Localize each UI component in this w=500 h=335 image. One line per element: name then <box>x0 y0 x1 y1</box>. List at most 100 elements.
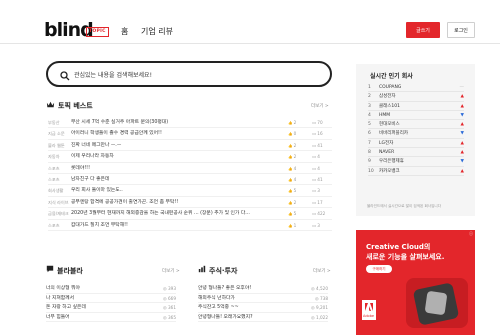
rank-company[interactable]: 비바리퍼블리카 <box>379 129 408 138</box>
topic-best-row[interactable]: 스포츠 남자친구 다 좋은데 👍 4 ▭ 41 <box>48 174 332 186</box>
ranking-item[interactable]: 10 카카오뱅크 ▲ <box>368 167 464 176</box>
ranking-item[interactable]: 3 클래스101 ▲ <box>368 102 464 111</box>
ranking-item[interactable]: 6 비바리퍼블리카 ▼ <box>368 129 464 139</box>
search-bar[interactable]: 관심있는 내용을 검색해보세요! <box>46 61 332 87</box>
row-title[interactable]: 부산 시세 7억 수준 실거주 아파트 문의(30평대) <box>71 117 319 128</box>
adobe-logo-text: Adobe <box>363 314 375 318</box>
topic-best-row[interactable]: 지식 라이브 공부엔탕 합격에 공공가견이 출연가곤. 조언 좀 부탁!! 👍 2 ▭… <box>48 197 332 209</box>
row-comments: ▭ 41 <box>312 174 332 185</box>
row-title[interactable]: 2020년 3월부터 현재까지 해외증감을 하는 국내펀공사 순위 ... (장… <box>71 208 319 219</box>
list-item[interactable]: 나 지쳐함께서 ◎ 669 <box>46 294 176 304</box>
blabla-title: 블라블라 <box>57 267 83 275</box>
list-item-title[interactable]: 안녕 형나들? 좋은 오후야! <box>198 284 251 294</box>
list-item[interactable]: 너의 이상형 뭐야 ◎ 393 <box>46 284 176 294</box>
row-likes: 👍 5 <box>288 208 308 220</box>
nav-company-review[interactable]: 기업 리뷰 <box>141 26 173 37</box>
ranking-item[interactable]: 5 현대모비스 ▲ <box>368 120 464 130</box>
ad-info-icon[interactable]: ⓘ <box>469 231 473 237</box>
row-topic[interactable]: 스포츠 <box>48 163 70 174</box>
view-count: 9,201 <box>316 305 328 310</box>
ranking-item[interactable]: 2 삼성전자 ▲ <box>368 92 464 102</box>
list-item[interactable]: 돈 자랑 하고 싶은데 ◎ 361 <box>46 303 176 313</box>
rank-company[interactable]: 카카오뱅크 <box>379 167 400 176</box>
ranking-item[interactable]: 1 COUPANG — <box>368 83 464 93</box>
chart-icon <box>198 265 206 273</box>
list-item[interactable]: 안녕형나들! 오래가요했지? ◎ 1,022 <box>198 313 328 323</box>
ranking-item[interactable]: 4 HMM ▼ <box>368 111 464 121</box>
nav-home[interactable]: 홈 <box>121 26 128 37</box>
rank-company[interactable]: 삼성전자 <box>379 92 396 101</box>
like-count: 2 <box>293 120 297 125</box>
list-item-title[interactable]: 돈 자랑 하고 싶은데 <box>46 303 86 313</box>
blabla-more-link[interactable]: 더보기 > <box>162 268 180 274</box>
row-topic[interactable]: 스포츠 <box>48 174 70 185</box>
rank-company[interactable]: HMM <box>379 111 390 120</box>
row-topic[interactable]: 부동산 <box>48 117 70 128</box>
rank-number: 10 <box>368 168 374 174</box>
stock-title: 주식·투자 <box>209 267 238 275</box>
like-count: 0 <box>293 131 297 137</box>
rank-number: 1 <box>368 85 371 90</box>
topic-best-row[interactable]: 부동산 부산 시세 7억 수준 실거주 아파트 문의(30평대) 👍 2 ▭ 70 <box>48 117 332 129</box>
list-item-title[interactable]: 너무 힘들어 <box>46 313 70 323</box>
row-topic[interactable]: 자동차 <box>48 151 70 162</box>
trend-arrow-icon: ▼ <box>460 159 464 165</box>
ranking-item[interactable]: 9 우리은행제휴 ▼ <box>368 157 464 167</box>
rank-company[interactable]: 우리은행제휴 <box>379 157 404 166</box>
ranking-item[interactable]: 8 NAVER ▲ <box>368 148 464 158</box>
list-item-title[interactable]: 나 지쳐함께서 <box>46 294 74 304</box>
row-title[interactable]: 우리 회사 둘이마 있는도.. <box>71 185 319 196</box>
row-comments: ▭ 16 <box>312 128 332 139</box>
topic-best-row[interactable]: 지금 소문 아이러니 학생들이 졸수 경력 공급안께 있어!! 👍 0 ▭ 16 <box>48 128 332 140</box>
topic-best-row[interactable]: 스포츠 롯데야!!! 👍 4 ▭ 4 <box>48 163 332 174</box>
list-item[interactable]: 주식잔고 5억중 ~~ ◎ 9,201 <box>198 303 328 313</box>
row-likes: 👍 2 <box>288 151 308 163</box>
row-topic[interactable]: 회사생활 <box>48 185 70 196</box>
list-item-title[interactable]: 주식잔고 5억중 ~~ <box>198 303 239 313</box>
list-item[interactable]: 안녕 형나들? 좋은 오후야! ◎ 4,520 <box>198 284 328 294</box>
rank-company[interactable]: LG전자 <box>379 139 393 148</box>
list-item-views: ◎ 669 <box>163 294 176 304</box>
list-item-title[interactable]: 해외주식 넌하다가 <box>198 294 235 304</box>
topic-best-row[interactable]: 스포츠 캄대가드 질치 조언 부탁해!! 👍 1 ▭ 3 <box>48 220 332 231</box>
rank-number: 7 <box>368 140 371 146</box>
list-item-views: ◎ 9,201 <box>311 303 328 313</box>
row-title[interactable]: 캄대가드 질치 조언 부탁해!! <box>71 220 319 231</box>
row-topic[interactable]: 스포츠 <box>48 220 70 231</box>
ranking-item[interactable]: 7 LG전자 ▲ <box>368 139 464 149</box>
stock-more-link[interactable]: 더보기 > <box>313 268 331 274</box>
topic-best-more-link[interactable]: 더보기 > <box>311 103 329 109</box>
row-title[interactable]: 이제 우리나라 자동차 <box>71 151 319 162</box>
rank-company[interactable]: 클래스101 <box>379 102 400 111</box>
list-item-title[interactable]: 너의 이상형 뭐야 <box>46 284 80 294</box>
topic-best-row[interactable]: 블라 웹툰 진짜 너네 메그만나 ㅡ.ㅡ 👍 2 ▭ 41 <box>48 140 332 152</box>
ad-buy-button[interactable]: 구매하기 <box>366 265 392 273</box>
row-topic[interactable]: 지식 라이브 <box>48 197 70 208</box>
row-title[interactable]: 아이러니 학생들이 졸수 경력 공급안께 있어!! <box>71 128 319 139</box>
write-button[interactable]: 글쓰기 <box>406 22 440 38</box>
row-title[interactable]: 남자친구 다 좋은데 <box>71 174 319 185</box>
view-count: 1,022 <box>316 314 328 320</box>
topic-best-row[interactable]: 자동차 이제 우리나라 자동차 👍 2 ▭ 4 <box>48 151 332 163</box>
row-title[interactable]: 공부엔탕 합격에 공공가견이 출연가곤. 조언 좀 부탁!! <box>71 197 319 208</box>
rank-company[interactable]: 현대모비스 <box>379 120 400 129</box>
row-topic[interactable]: 지금 소문 <box>48 128 70 139</box>
ad-title-line2: 새로운 기능을 살펴보세요. <box>366 253 445 261</box>
row-title[interactable]: 진짜 너네 메그만나 ㅡ.ㅡ <box>71 140 319 151</box>
ranking-list: 1 COUPANG — 2 삼성전자 ▲ 3 클래스101 ▲ 4 HMM ▼ 5 현대모비스 ▲ 6 비바리퍼… <box>368 83 464 176</box>
adobe-ad-banner[interactable]: ⓘ Creative Cloud의 새로운 기능을 살펴보세요. 구매하기 Ad… <box>356 230 475 335</box>
rank-company[interactable]: COUPANG <box>379 83 401 92</box>
topic-best-row[interactable]: 금융/재테크 2020년 3월부터 현재까지 해외증감을 하는 국내펀공사 순위 … <box>48 208 332 220</box>
row-likes: 👍 5 <box>288 185 308 197</box>
list-item-title[interactable]: 안녕형나들! 오래가요했지? <box>198 313 253 323</box>
rank-number: 5 <box>368 122 371 128</box>
list-item[interactable]: 너무 힘들어 ◎ 365 <box>46 313 176 323</box>
rank-company[interactable]: NAVER <box>379 148 394 157</box>
list-item[interactable]: 해외주식 넌하다가 ◎ 738 <box>198 294 328 304</box>
topic-best-row[interactable]: 회사생활 우리 회사 둘이마 있는도.. 👍 5 ▭ 3 <box>48 185 332 197</box>
login-button[interactable]: 로그인 <box>447 22 475 38</box>
trend-arrow-icon: ▼ <box>460 112 464 118</box>
row-topic[interactable]: 금융/재테크 <box>48 208 70 219</box>
row-title[interactable]: 롯데야!!! <box>71 163 319 174</box>
row-topic[interactable]: 블라 웹툰 <box>48 140 70 151</box>
